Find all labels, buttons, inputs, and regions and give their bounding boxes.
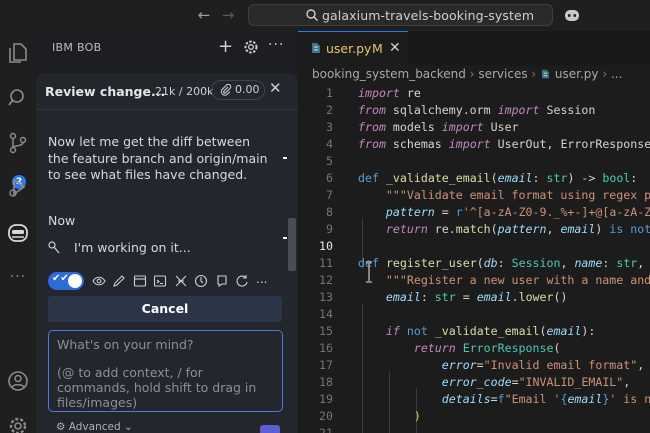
new-chat-plus-icon[interactable]: + [218,37,233,57]
wrench-icon [48,241,60,254]
cost-value: 0.00 [235,83,260,96]
editor-tabs: user.py M ✕ [298,31,650,65]
command-center-search[interactable]: galaxium-travels-booking-system [248,4,553,26]
bob-assistant-icon[interactable] [0,219,36,247]
settings-gear-icon[interactable] [0,412,36,433]
code-line: 18 error_code="INVALID_EMAIL", [319,375,631,389]
copilot-icon[interactable] [564,7,580,23]
send-button[interactable] [260,425,280,433]
back-arrow-icon[interactable]: ← [196,6,212,24]
code-line: 15 if not _validate_email(email): [319,324,596,338]
cost-badge: 0.00 [211,80,265,100]
auto-approve-toggle[interactable]: ✔✔ [48,272,84,290]
breadcrumb: booking_system_backend › services › user… [312,67,623,81]
code-line: 14 [319,307,333,321]
modified-indicator: M [372,41,383,56]
code-line: 13 email: str = email.lower() [319,290,568,304]
title-bar: ← → galaxium-travels-booking-system [0,0,650,31]
task-title[interactable]: Review change... [45,84,165,99]
breadcrumb-folder[interactable]: services [478,67,527,81]
code-line: 17 error="Invalid email format", [319,358,645,372]
mode-selector[interactable]: ⚙ Advanced ⌄ [56,421,133,433]
pencil-icon[interactable] [112,274,126,288]
working-text: I'm working on it... [74,240,191,255]
code-line-current: 10 [319,239,333,253]
editor-area: user.py M ✕ booking_system_backend › ser… [298,31,650,433]
tab-user-py[interactable]: user.py M ✕ [298,31,408,65]
search-text: galaxium-travels-booking-system [322,8,535,23]
input-placeholder-hint: (@ to add context, / for commands, hold … [57,365,257,410]
browser-icon[interactable] [133,274,147,288]
code-line: 7 """Validate email format using regex p… [326,188,650,202]
code-line: 2 from sqlalchemy.orm import Session [326,103,596,117]
code-line: 3 from models import User [326,120,519,134]
forward-arrow-icon[interactable]: → [220,6,236,24]
close-task-icon[interactable]: ✕ [269,79,282,97]
search-icon [306,9,318,21]
sidebar-more-icon[interactable]: ··· [268,37,284,53]
text-cursor-icon [366,261,372,283]
double-check-icon: ✔✔ [52,273,69,284]
code-line: 21 [319,426,333,433]
input-placeholder-title: What's on your mind? [57,337,194,352]
chat-card: Review change... 21k / 200k 0.00 ✕ Now l… [36,73,298,433]
paperclip-icon [220,84,232,96]
code-line: 12 """Register a new user with a name an… [319,273,650,287]
code-line: 4 from schemas import UserOut, ErrorRespo… [326,137,650,151]
breadcrumb-file[interactable]: user.py [555,67,599,81]
mode-label: Advanced [68,421,121,433]
token-count: 21k / 200k [155,85,214,98]
scroll-marker [283,237,287,239]
input-footer: ⚙ Advanced ⌄ [48,421,288,433]
code-line: 11 def register_user(db: Session, name: s… [319,256,650,270]
source-control-icon[interactable] [0,129,36,157]
code-line: 5 [326,154,333,168]
close-tab-icon[interactable]: ✕ [389,40,401,56]
tab-label: user.py [326,41,372,56]
python-file-icon [312,43,320,53]
header-divider [36,109,298,110]
breadcrumb-symbol[interactable]: ... [611,67,622,81]
more-views-icon[interactable]: ··· [0,263,36,291]
chat-input[interactable]: What's on your mind? (@ to add context, … [48,330,283,412]
account-icon[interactable] [0,367,36,395]
sidebar-title: IBM BOB [52,41,102,54]
search-view-icon[interactable] [0,84,36,112]
run-debug-icon[interactable] [0,173,36,201]
question-icon[interactable] [215,274,229,288]
scroll-marker [283,157,287,159]
mcp-icon[interactable] [174,274,188,288]
python-file-icon [542,69,549,79]
code-line: 8 pattern = r'^[a-zA-Z0-9._%+-]+@[a-zA-Z… [326,205,650,219]
assistant-message: Now let me get the diff between the feat… [48,134,268,182]
sidebar-header: IBM BOB + ··· [36,31,298,65]
terminal-icon[interactable] [153,274,167,288]
code-line: 6 def _validate_email(email: str) -> bool… [326,171,638,185]
mode-switch-icon[interactable] [194,274,208,288]
eye-icon[interactable] [92,274,106,288]
code-line: 16 return ErrorResponse( [319,341,561,355]
activity-bar: 2 ··· [0,31,36,433]
breadcrumb-folder[interactable]: booking_system_backend [312,67,466,81]
cancel-button[interactable]: Cancel [48,296,282,322]
retry-icon[interactable] [235,274,249,288]
bob-chat-sidebar: IBM BOB + ··· Review change... 21k / 200… [36,31,298,433]
sidebar-gear-icon[interactable] [243,39,259,55]
explorer-icon[interactable] [0,39,36,67]
code-line: 20 ) [319,409,421,423]
code-line: 9 return re.match(pattern, email) is not… [326,222,650,236]
toggle-knob [68,274,82,288]
code-line: 1 import re [326,86,421,100]
toolbar-more-icon[interactable]: ... [256,272,270,286]
status-text: Now [48,213,76,228]
code-line: 19 details=f"Email '{email}' is not vali… [319,392,650,406]
chat-scrollbar[interactable] [288,218,296,271]
auto-approve-toolbar: ✔✔ ... [48,271,288,293]
